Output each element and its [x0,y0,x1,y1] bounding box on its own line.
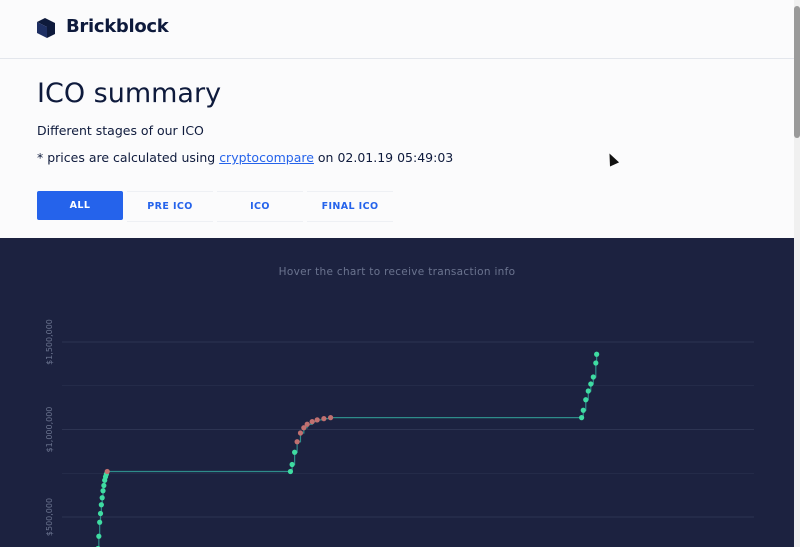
page-subtitle: Different stages of our ICO [37,123,204,138]
transaction-point[interactable] [309,419,315,425]
transaction-point[interactable] [321,416,327,422]
tab-final-ico[interactable]: FINAL ICO [307,191,393,222]
header: Brickblock [0,0,795,59]
tab-pre-ico[interactable]: PRE ICO [127,191,213,222]
transaction-point[interactable] [104,468,110,475]
transaction-point[interactable] [588,381,594,387]
cumulative-step-line [98,354,598,547]
tab-all[interactable]: ALL [37,191,123,220]
page-title: ICO summary [37,78,222,109]
transaction-point[interactable] [100,488,106,494]
brand-name[interactable]: Brickblock [66,16,169,37]
transaction-point[interactable] [101,482,107,489]
transaction-point[interactable] [99,495,105,501]
transaction-point[interactable] [292,449,298,455]
cryptocompare-link[interactable]: cryptocompare [219,150,314,165]
transaction-point[interactable] [304,421,310,427]
transaction-point[interactable] [585,388,591,394]
prices-note-prefix: * prices are calculated using [37,150,220,165]
transaction-point[interactable] [327,415,334,421]
transaction-point[interactable] [287,468,294,475]
transaction-point[interactable] [314,417,320,423]
y-tick-label: $1,500,000 [45,319,54,365]
transaction-chart[interactable]: $500,000 $1,000,000 $1,500,000 [0,238,794,547]
chart-section[interactable]: Hover the chart to receive transaction i… [0,238,794,547]
transaction-point[interactable] [289,461,295,468]
transaction-point[interactable] [297,430,304,436]
transaction-point[interactable] [593,360,599,366]
y-tick-label: $1,000,000 [45,407,54,453]
scrollbar[interactable] [794,0,800,547]
y-tick-label: $500,000 [45,498,54,536]
transaction-point[interactable] [583,397,589,403]
transaction-point[interactable] [594,351,600,357]
transaction-point[interactable] [97,510,104,517]
transaction-point[interactable] [96,533,102,539]
transaction-point[interactable] [590,374,596,380]
stage-tabs: ALL PRE ICO ICO FINAL ICO [37,191,397,222]
transaction-point[interactable] [578,415,585,421]
transaction-point[interactable] [580,407,586,413]
transaction-point[interactable] [98,502,104,508]
brickblock-logo-icon[interactable] [37,18,57,38]
tab-ico[interactable]: ICO [217,191,303,222]
prices-note-timestamp: on 02.01.19 05:49:03 [313,150,454,165]
mouse-cursor-icon [604,151,620,167]
scrollbar-thumb[interactable] [794,6,800,138]
prices-note: * prices are calculated using cryptocomp… [37,150,453,165]
transaction-point[interactable] [294,439,300,445]
transaction-point[interactable] [97,519,103,525]
